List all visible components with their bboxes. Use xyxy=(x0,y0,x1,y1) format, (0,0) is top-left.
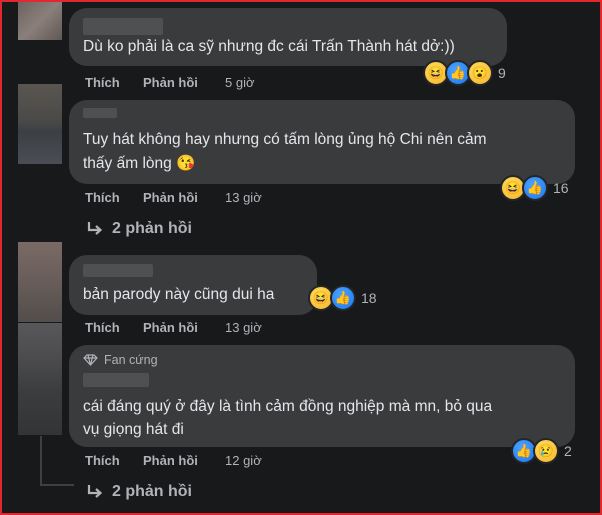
view-replies-link[interactable]: 2 phản hồi xyxy=(86,483,192,501)
reply-arrow-icon xyxy=(87,222,103,235)
reaction-summary[interactable]: 😆 👍 18 xyxy=(308,285,377,311)
like-action[interactable]: Thích xyxy=(85,320,120,335)
avatar[interactable] xyxy=(18,2,62,40)
comment-bubble: bản parody này cũng dui ha xyxy=(69,255,317,315)
comment-text: Dù ko phải là ca sỹ nhưng đc cái Trấn Th… xyxy=(83,38,455,55)
like-action[interactable]: Thích xyxy=(85,75,120,90)
like-icon: 👍 xyxy=(522,175,548,201)
avatar[interactable] xyxy=(18,323,62,435)
view-replies-link[interactable]: 2 phản hồi xyxy=(86,220,192,238)
reaction-summary[interactable]: 😆 👍 16 xyxy=(500,175,569,201)
comment-text: thấy ấm lòng 😘 xyxy=(83,155,196,172)
avatar[interactable] xyxy=(18,242,62,322)
comment-bubble: Tuy hát không hay nhưng có tấm lòng ủng … xyxy=(69,100,575,184)
like-action[interactable]: Thích xyxy=(85,190,120,205)
fan-badge-label: Fan cứng xyxy=(104,353,158,367)
like-icon: 👍 xyxy=(330,285,356,311)
like-action[interactable]: Thích xyxy=(85,453,120,468)
commenter-name[interactable] xyxy=(83,264,153,277)
reaction-summary[interactable]: 👍 😢 2 xyxy=(511,438,572,464)
replies-count-label: 2 phản hồi xyxy=(112,483,192,500)
reaction-summary[interactable]: 😆 👍 😮 9 xyxy=(423,60,506,86)
reply-action[interactable]: Phản hồi xyxy=(143,320,198,335)
comment-time[interactable]: 13 giờ xyxy=(225,190,262,205)
commenter-name[interactable] xyxy=(83,108,117,118)
sad-icon: 😢 xyxy=(533,438,559,464)
reply-action[interactable]: Phản hồi xyxy=(143,453,198,468)
comment-bubble: Fan cứng cái đáng quý ở đây là tình cảm … xyxy=(69,345,575,447)
reaction-count: 16 xyxy=(553,180,569,196)
reply-action[interactable]: Phản hồi xyxy=(143,190,198,205)
comment-time[interactable]: 5 giờ xyxy=(225,75,255,90)
replies-count-label: 2 phản hồi xyxy=(112,220,192,237)
comment-text: bản parody này cũng dui ha xyxy=(83,286,275,303)
fan-badge: Fan cứng xyxy=(83,353,158,367)
comment-text: Tuy hát không hay nhưng có tấm lòng ủng … xyxy=(83,131,487,148)
reply-arrow-icon xyxy=(87,485,103,498)
commenter-name[interactable] xyxy=(83,18,163,35)
comments-panel: Dù ko phải là ca sỹ nhưng đc cái Trấn Th… xyxy=(0,0,602,515)
comment-text: vụ giọng hát đi xyxy=(83,421,184,438)
comment-time[interactable]: 12 giờ xyxy=(225,453,262,468)
comment-bubble: Dù ko phải là ca sỹ nhưng đc cái Trấn Th… xyxy=(69,8,507,66)
comment-time[interactable]: 13 giờ xyxy=(225,320,262,335)
reaction-count: 2 xyxy=(564,443,572,459)
diamond-icon xyxy=(83,354,98,366)
reaction-count: 9 xyxy=(498,65,506,81)
reaction-count: 18 xyxy=(361,290,377,306)
avatar[interactable] xyxy=(18,84,62,164)
commenter-name[interactable] xyxy=(83,373,149,387)
reply-action[interactable]: Phản hồi xyxy=(143,75,198,90)
comment-text: cái đáng quý ở đây là tình cảm đồng nghi… xyxy=(83,398,493,415)
thread-connector xyxy=(40,436,42,486)
thread-connector xyxy=(40,484,74,486)
wow-icon: 😮 xyxy=(467,60,493,86)
